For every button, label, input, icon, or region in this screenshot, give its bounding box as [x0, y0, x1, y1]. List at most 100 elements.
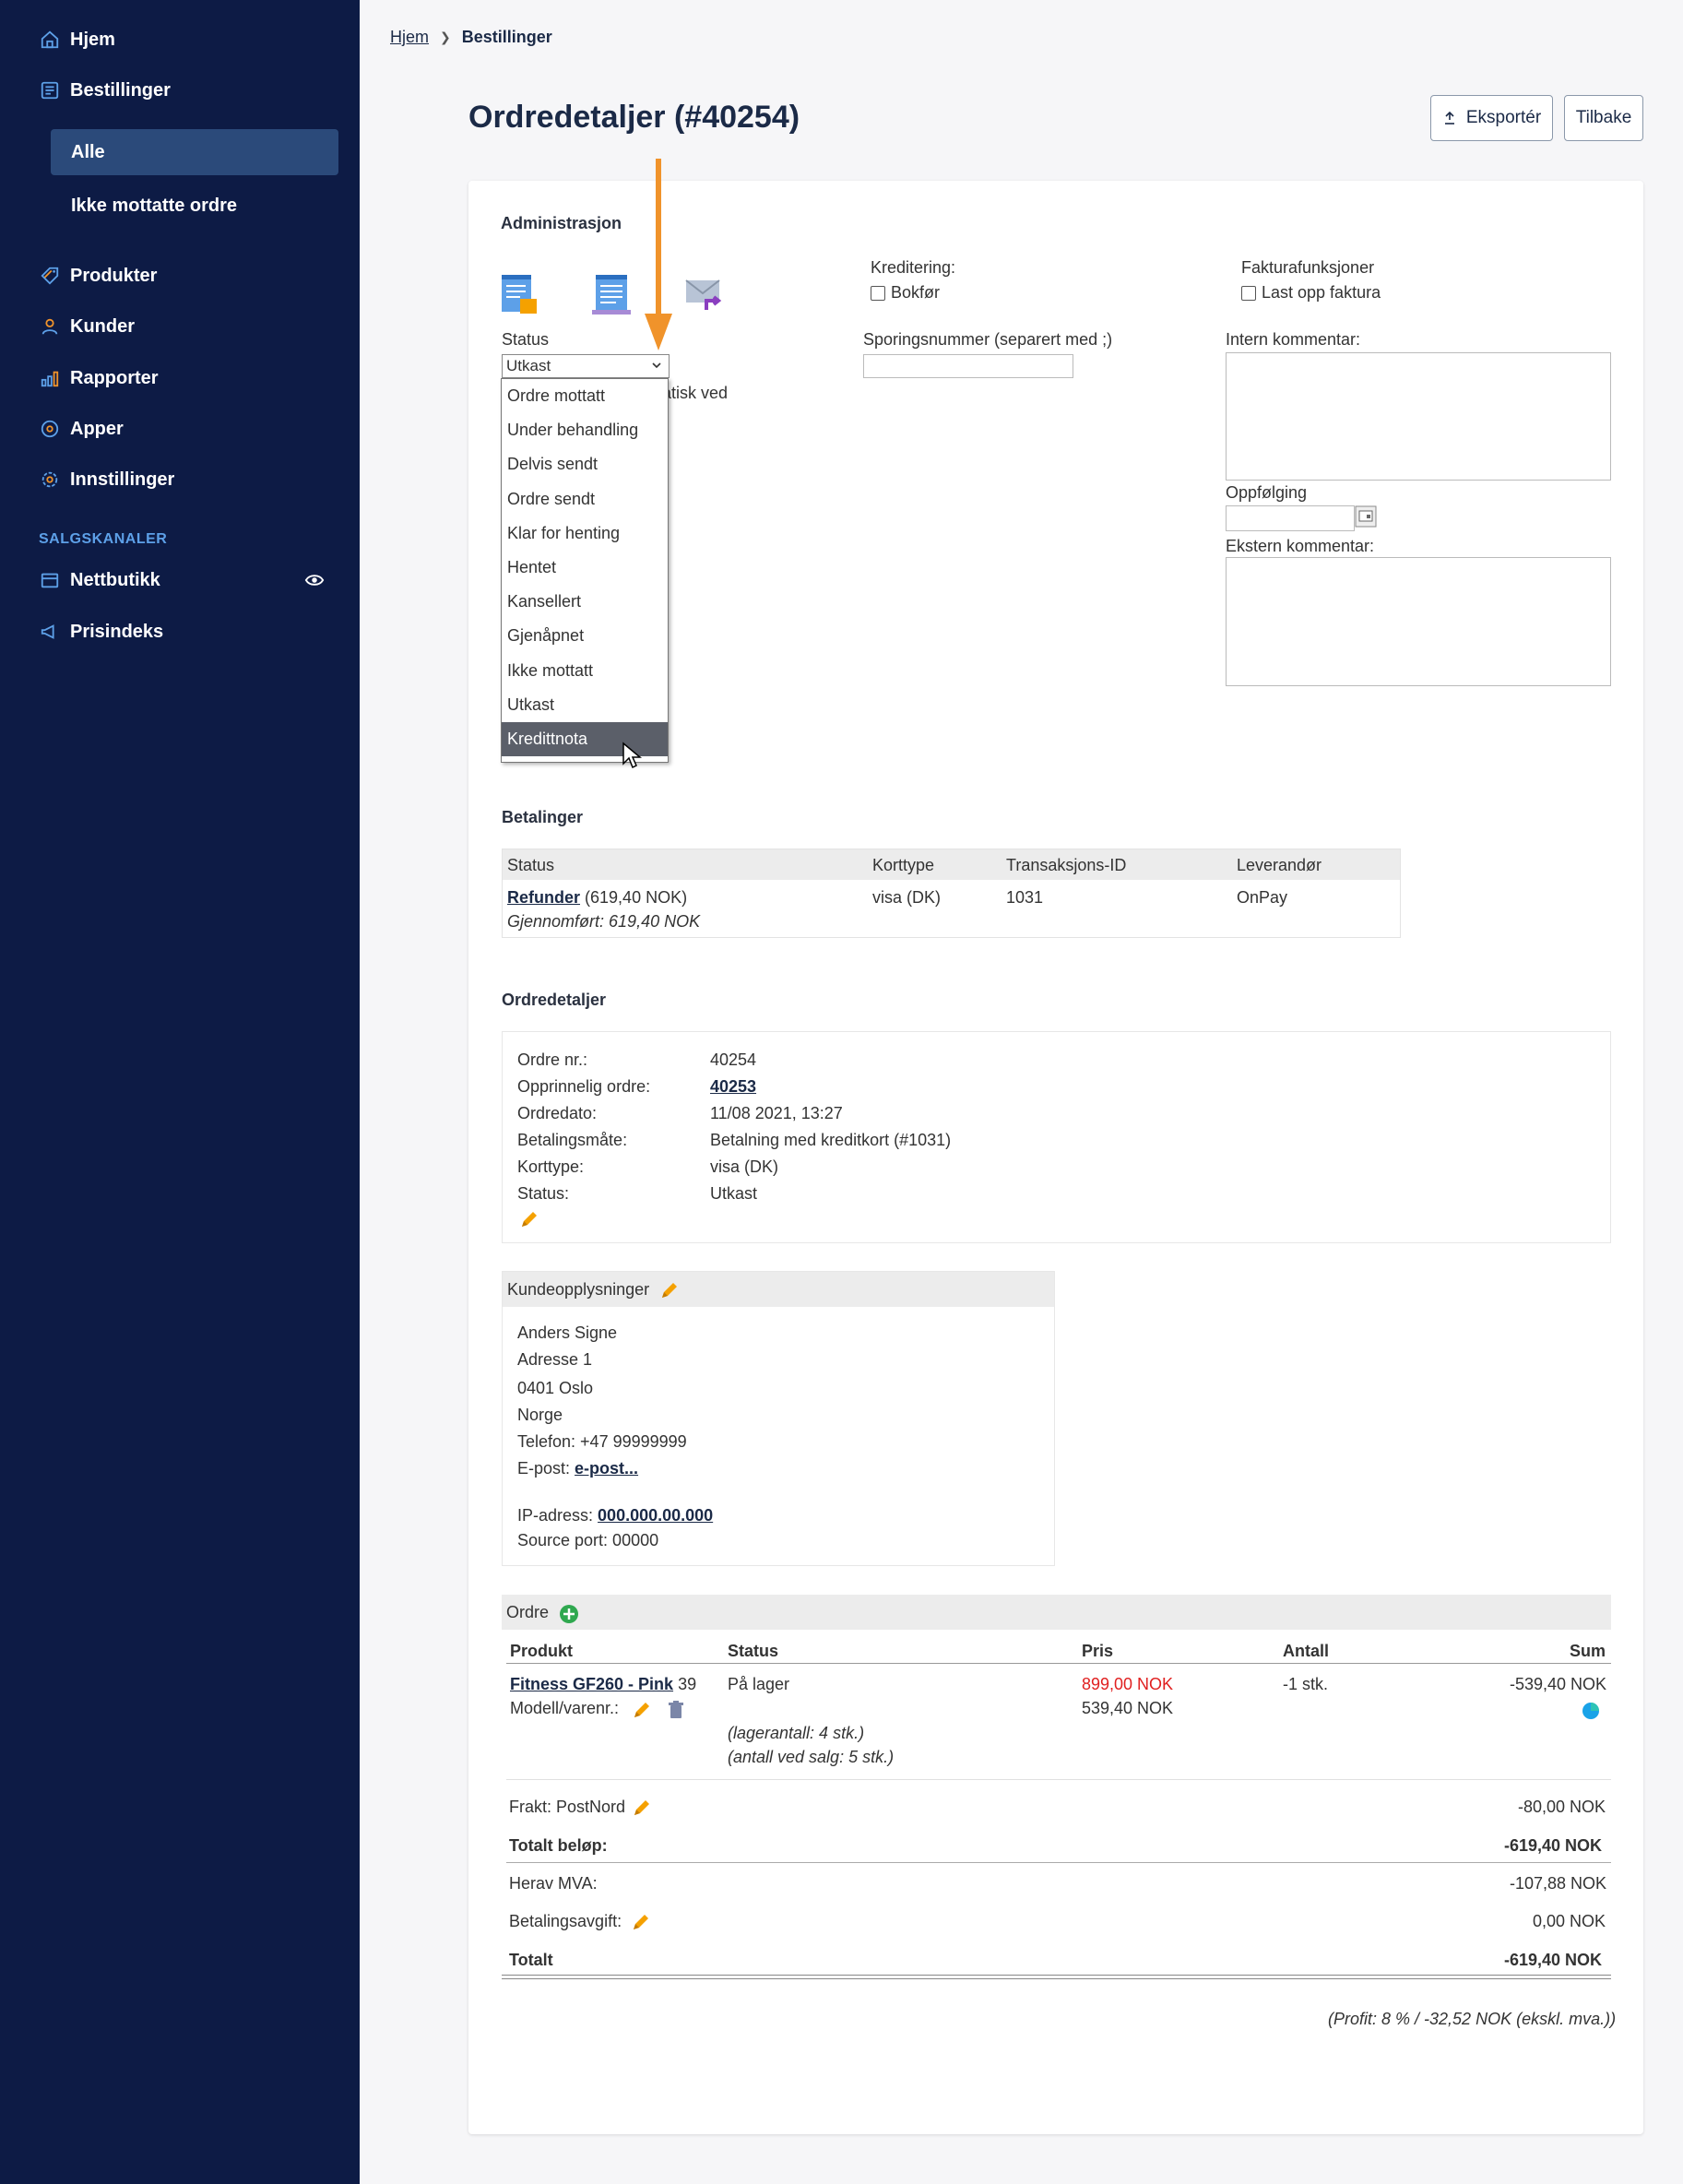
sidebar-item-price-index[interactable]: Prisindeks — [39, 613, 163, 650]
pencil-icon[interactable] — [632, 1700, 652, 1720]
vat-label: Herav MVA: — [509, 1874, 598, 1893]
fee-value: 0,00 NOK — [1533, 1912, 1606, 1930]
col-sum: Sum — [1570, 1642, 1606, 1660]
store-icon — [39, 569, 61, 591]
sidebar-item-label: Innstillinger — [70, 469, 175, 490]
calendar-icon[interactable] — [1355, 505, 1377, 528]
sidebar-item-label: Rapporter — [70, 367, 159, 388]
customer-email-label: E-post: — [517, 1459, 571, 1478]
order-details-box: Ordre nr.: 40254 Opprinnelig ordre: 4025… — [502, 1031, 1611, 1243]
payment-status-cell: Refunder (619,40 NOK) — [507, 888, 687, 908]
total-amount-value: -619,40 NOK — [1504, 1836, 1603, 1855]
detail-label: Ordredato: — [517, 1104, 598, 1122]
pencil-icon[interactable] — [632, 1798, 652, 1818]
packing-slip-icon[interactable] — [590, 273, 634, 317]
status-option[interactable]: Gjenåpnet — [502, 619, 668, 653]
status-option[interactable]: Delvis sendt — [502, 447, 668, 481]
detail-value: 40254 — [710, 1050, 757, 1069]
followup-date-input[interactable] — [1226, 505, 1355, 531]
pencil-icon[interactable] — [519, 1209, 539, 1229]
order-line-sum: -539,40 NOK — [1510, 1675, 1607, 1693]
status-dot-icon — [1582, 1703, 1599, 1719]
sidebar-item-products[interactable]: Produkter — [39, 257, 157, 294]
add-line-icon[interactable] — [559, 1604, 579, 1624]
total-amount-label: Totalt beløp: — [509, 1836, 608, 1855]
customer-box: Kundeopplysninger Anders Signe Adresse 1… — [502, 1271, 1055, 1566]
order-line-stock-note: (lagerantall: 4 stk.) — [728, 1724, 865, 1742]
fee-label: Betalingsavgift: — [509, 1912, 622, 1930]
payment-provider: OnPay — [1237, 888, 1288, 907]
status-option[interactable]: Ordre mottatt — [502, 379, 668, 413]
status-option[interactable]: Under behandling — [502, 413, 668, 447]
customer-ip-link[interactable]: 000.000.00.000 — [598, 1506, 713, 1525]
original-order-link[interactable]: 40253 — [710, 1077, 756, 1097]
sidebar-subitem-not-received[interactable]: Ikke mottatte ordre — [71, 189, 237, 222]
customer-email-link[interactable]: e-post... — [575, 1459, 638, 1478]
detail-value: 11/08 2021, 13:27 — [710, 1104, 843, 1122]
sidebar-item-settings[interactable]: Innstillinger — [39, 461, 174, 498]
sales-channels-heading: SALGSKANALER — [39, 531, 168, 547]
pencil-icon[interactable] — [631, 1912, 651, 1932]
status-option[interactable]: Hentet — [502, 551, 668, 585]
internal-comment-textarea[interactable] — [1226, 352, 1611, 481]
status-option[interactable]: Ordre sendt — [502, 482, 668, 516]
tracking-label: Sporingsnummer (separert med ;) — [863, 330, 1113, 349]
product-link[interactable]: Fitness GF260 - Pink — [510, 1675, 673, 1693]
total-label: Totalt — [509, 1951, 553, 1969]
credit-label: Kreditering: — [871, 258, 956, 277]
sidebar-subitem-label: Ikke mottatte ordre — [71, 195, 238, 216]
back-button-label: Tilbake — [1575, 108, 1632, 127]
external-comment-textarea[interactable] — [1226, 557, 1611, 686]
status-option[interactable]: Klar for henting — [502, 516, 668, 551]
col-transaction-id: Transaksjons-ID — [1006, 856, 1127, 874]
order-line-model-label: Modell/varenr.: — [510, 1699, 620, 1717]
sidebar-item-home[interactable]: Hjem — [39, 21, 115, 58]
detail-value: Utkast — [710, 1184, 758, 1203]
detail-value: Betalning med kreditkort (#1031) — [710, 1131, 952, 1149]
sidebar-item-apps[interactable]: Apper — [39, 410, 124, 447]
status-option[interactable]: Ikke mottatt — [502, 654, 668, 688]
sidebar-item-label: Produkter — [70, 265, 158, 286]
refund-link[interactable]: Refunder — [507, 888, 580, 907]
status-select[interactable]: Utkast — [502, 354, 670, 378]
breadcrumb-home-link[interactable]: Hjem — [390, 28, 429, 47]
sidebar-item-reports[interactable]: Rapporter — [39, 360, 159, 397]
payments-section-title: Betalinger — [502, 808, 584, 826]
orders-icon — [39, 79, 61, 101]
status-option[interactable]: Kansellert — [502, 585, 668, 619]
order-line-price: 539,40 NOK — [1082, 1699, 1174, 1717]
pencil-icon[interactable] — [659, 1280, 680, 1300]
total-double-line-top — [502, 1975, 1611, 1976]
sidebar: Hjem Bestillinger Alle Ikke mottatte ord… — [0, 0, 360, 2184]
shipping-label: Frakt: PostNord — [509, 1798, 626, 1816]
back-button[interactable]: Tilbake — [1564, 95, 1643, 141]
order-line-divider — [506, 1779, 1611, 1780]
detail-label: Korttype: — [517, 1157, 585, 1176]
email-forward-icon[interactable] — [682, 273, 727, 317]
page-title: Ordredetaljer (#40254) — [468, 100, 800, 135]
order-line-sale-note: (antall ved salg: 5 stk.) — [728, 1748, 895, 1766]
col-status: Status — [507, 856, 555, 874]
external-comment-label: Ekstern kommentar: — [1226, 537, 1375, 555]
status-option-highlighted[interactable]: Kredittnota — [502, 721, 668, 757]
sidebar-subitem-all[interactable]: Alle — [51, 129, 338, 175]
order-header-divider — [506, 1663, 1611, 1664]
gear-icon — [39, 469, 61, 491]
tracking-number-input[interactable] — [863, 354, 1073, 378]
breadcrumb-current: Bestillinger — [461, 28, 552, 46]
sidebar-item-orders[interactable]: Bestillinger — [39, 72, 171, 109]
sidebar-item-webshop[interactable]: Nettbutikk — [39, 562, 160, 599]
invoice-icon[interactable] — [498, 273, 542, 317]
payment-card-type: visa (DK) — [872, 888, 942, 907]
detail-label: Betalingsmåte: — [517, 1131, 628, 1149]
upload-invoice-checkbox[interactable] — [1241, 286, 1256, 302]
eye-icon[interactable] — [304, 570, 325, 590]
bookkeep-checkbox[interactable] — [871, 286, 885, 302]
trash-icon[interactable] — [666, 1700, 686, 1720]
sidebar-item-customers[interactable]: Kunder — [39, 308, 135, 345]
bookkeep-checkbox-label: Bokfør — [891, 283, 941, 302]
customer-ip-row: IP-adress: 000.000.00.000 — [517, 1506, 713, 1525]
status-option[interactable]: Utkast — [502, 688, 668, 722]
export-button[interactable]: Eksportér — [1430, 95, 1553, 141]
sidebar-item-label: Kunder — [70, 315, 135, 337]
